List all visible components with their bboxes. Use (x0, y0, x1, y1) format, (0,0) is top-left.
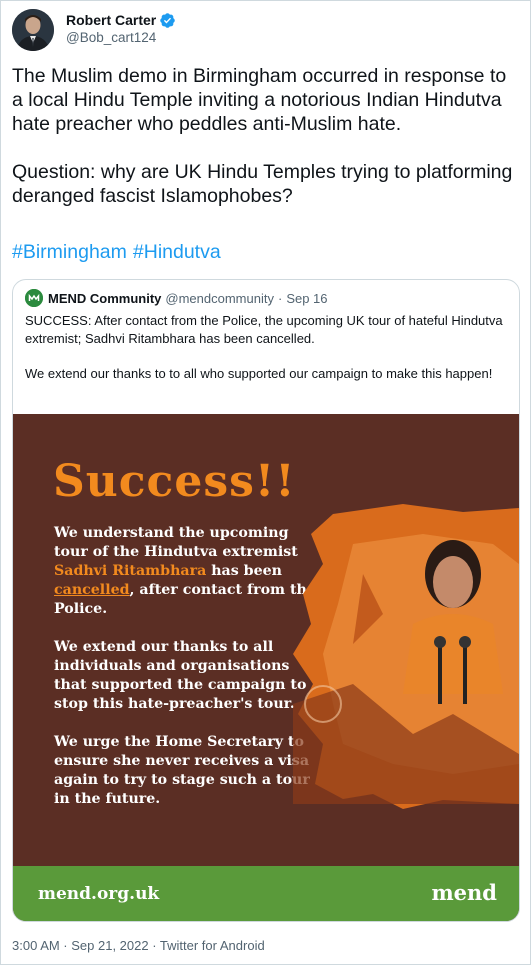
quoted-date: Sep 16 (286, 290, 328, 306)
poster-image[interactable]: Success!! We understand the upcoming tou… (13, 414, 519, 921)
footer-logo: mend (431, 880, 497, 905)
poster-footer: mend.org.uk mend (13, 866, 519, 921)
hashtag-link[interactable]: #Birmingham (12, 241, 127, 263)
quoted-text: SUCCESS: After contact from the Police, … (25, 312, 509, 382)
photo-collage-icon (293, 504, 519, 809)
verified-badge-icon (160, 12, 176, 28)
poster-paragraph: We extend our thanks to all individuals … (54, 639, 307, 712)
quoted-paragraph: We extend our thanks to to all who suppo… (25, 365, 493, 381)
hashtag-link[interactable]: #Hindutva (133, 241, 221, 263)
quoted-paragraph: SUCCESS: After contact from the Police, … (25, 313, 503, 346)
quoted-author-handle: @mendcommunity (165, 290, 274, 306)
tweet-paragraph: Question: why are UK Hindu Temples tryin… (12, 161, 513, 207)
meta-separator: · (277, 290, 283, 306)
avatar (25, 289, 43, 307)
tweet-paragraph: The Muslim demo in Birmingham occurred i… (12, 65, 507, 135)
mend-logo-icon (25, 289, 43, 307)
poster-highlight-name: Sadhvi Ritambhara (54, 563, 207, 579)
poster-highlight-cancelled: cancelled (54, 582, 130, 598)
tweet-timestamp[interactable]: 3:00 AM · Sep 21, 2022 · Twitter for And… (12, 938, 265, 953)
avatar-photo-icon (12, 9, 54, 51)
poster-text-segment: has been (206, 563, 282, 579)
author-handle[interactable]: @Bob_cart124 (66, 29, 176, 47)
hashtags: #Birmingham #Hindutva (12, 240, 227, 264)
poster-text-segment: We understand the upcoming tour of the H… (54, 525, 298, 560)
poster-headline: Success!! (53, 456, 296, 507)
poster-paragraph: We understand the upcoming tour of the H… (54, 524, 324, 619)
quoted-tweet[interactable]: MEND Community @mendcommunity · Sep 16 S… (12, 279, 520, 922)
footer-url: mend.org.uk (38, 884, 160, 904)
poster-body: We understand the upcoming tour of the H… (54, 524, 324, 828)
tweet-header: Robert Carter @Bob_cart124 (12, 8, 517, 52)
quoted-author-name: MEND Community (48, 290, 162, 306)
quoted-tweet-header: MEND Community @mendcommunity · Sep 16 (25, 288, 328, 308)
author-name[interactable]: Robert Carter (66, 11, 156, 29)
tweet-text: The Muslim demo in Birmingham occurred i… (12, 64, 522, 208)
poster-paragraph: We urge the Home Secretary to ensure she… (54, 734, 310, 807)
avatar[interactable] (12, 9, 54, 51)
